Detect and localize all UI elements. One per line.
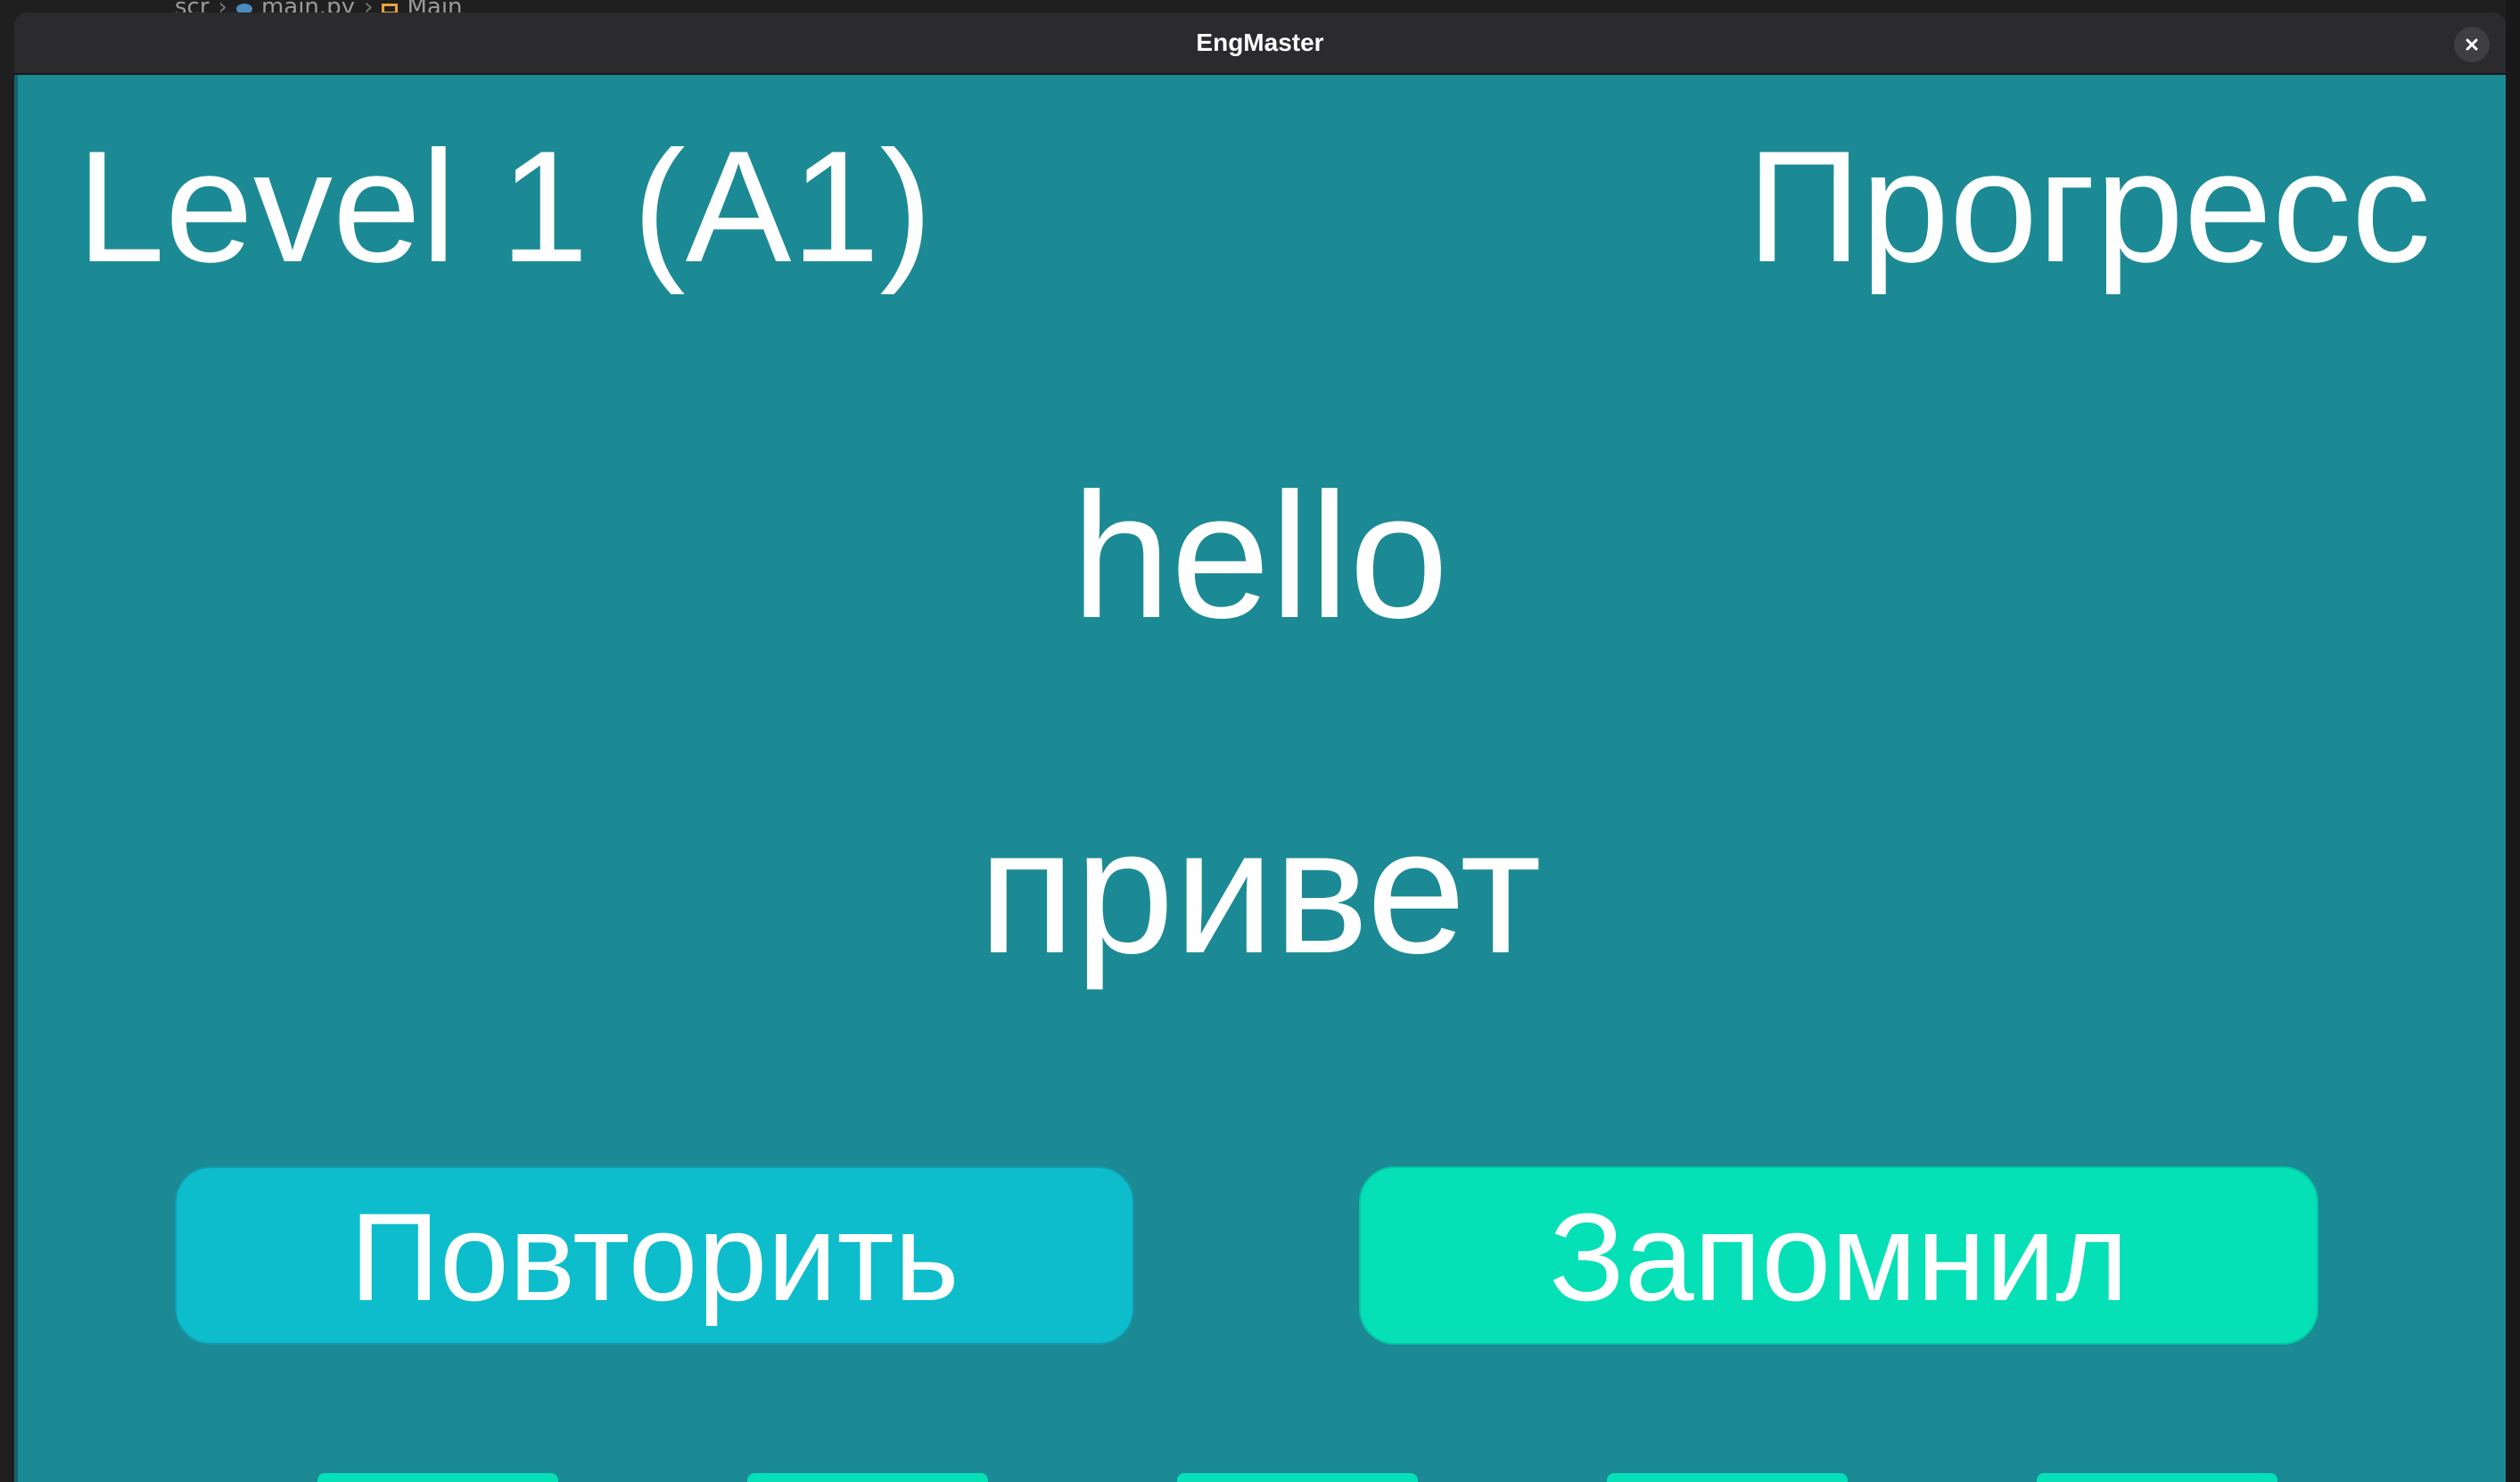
bottom-tab[interactable] [1177,1473,1418,1482]
flashcard-screen: Level 1 (A1) Прогресс hello привет Повто… [14,75,2506,1482]
remember-button[interactable]: Запомнил [1359,1166,2318,1345]
repeat-button[interactable]: Повторить [175,1166,1134,1345]
english-word: hello [1071,457,1449,655]
bottom-tab-row [14,1473,2506,1482]
word-translation: привет [978,792,1542,991]
close-icon [2466,38,2478,51]
editor-scrollbar-edge [2506,0,2520,1482]
close-button[interactable] [2454,27,2490,62]
bottom-tab[interactable] [1607,1473,1848,1482]
progress-button[interactable]: Прогресс [1747,118,2431,296]
app-window: EngMaster Level 1 (A1) Прогресс hello пр… [14,12,2506,1482]
window-title: EngMaster [1196,29,1324,56]
level-label: Level 1 (A1) [77,118,933,295]
bottom-tab[interactable] [317,1473,558,1482]
bottom-tab[interactable] [747,1473,988,1482]
window-edge [14,75,18,1482]
title-bar[interactable]: EngMaster [14,12,2506,75]
bottom-tab[interactable] [2037,1473,2277,1482]
